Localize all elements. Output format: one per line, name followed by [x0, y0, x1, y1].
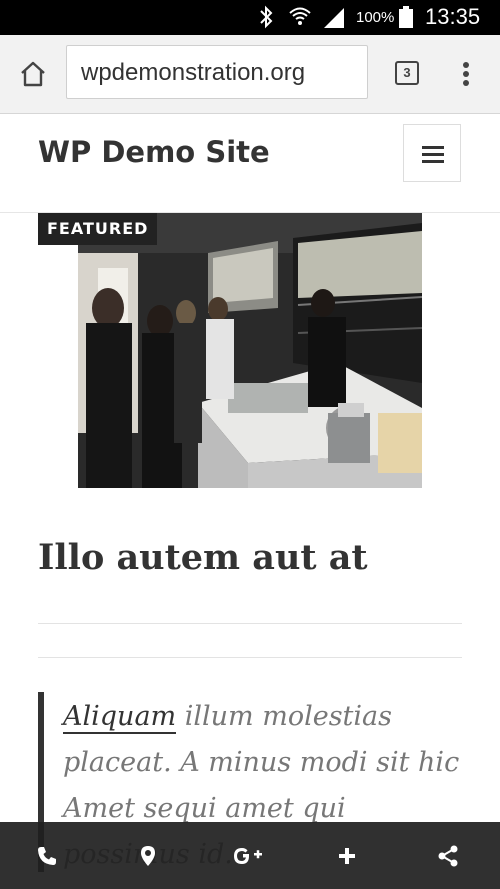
site-title[interactable]: WP Demo Site [38, 134, 270, 170]
plus-icon[interactable] [335, 844, 359, 868]
location-pin-icon[interactable] [136, 844, 160, 868]
status-bar: 100% 13:35 [0, 0, 500, 35]
tab-switcher-button[interactable]: 3 [395, 61, 419, 85]
overflow-menu-icon[interactable] [456, 59, 476, 89]
featured-badge: FEATURED [38, 213, 158, 245]
event-photo [78, 213, 422, 488]
hamburger-line [422, 160, 444, 163]
clock: 13:35 [425, 4, 481, 29]
share-icon[interactable] [436, 844, 460, 868]
browser-toolbar: wpdemonstration.org 3 [0, 35, 500, 114]
post-title[interactable]: Illo autem aut at [38, 536, 368, 580]
quote-link[interactable]: Aliquam [63, 701, 177, 734]
bottom-action-bar [0, 822, 500, 889]
url-text[interactable]: wpdemonstration.org [81, 59, 305, 87]
phone-icon[interactable] [35, 844, 59, 868]
divider [38, 623, 462, 624]
google-plus-icon[interactable] [233, 844, 263, 868]
hamburger-line [422, 146, 444, 149]
menu-toggle-button[interactable] [403, 124, 461, 182]
battery-icon [399, 6, 413, 28]
url-bar[interactable]: wpdemonstration.org [66, 45, 368, 99]
divider [38, 657, 462, 658]
wifi-icon [289, 7, 311, 25]
battery-percent: 100% [356, 9, 395, 26]
site-header: WP Demo Site [0, 114, 500, 213]
featured-image[interactable] [78, 213, 422, 488]
signal-icon [324, 8, 344, 28]
hamburger-line [422, 153, 444, 156]
home-icon[interactable] [18, 59, 48, 89]
bluetooth-icon [260, 5, 273, 29]
